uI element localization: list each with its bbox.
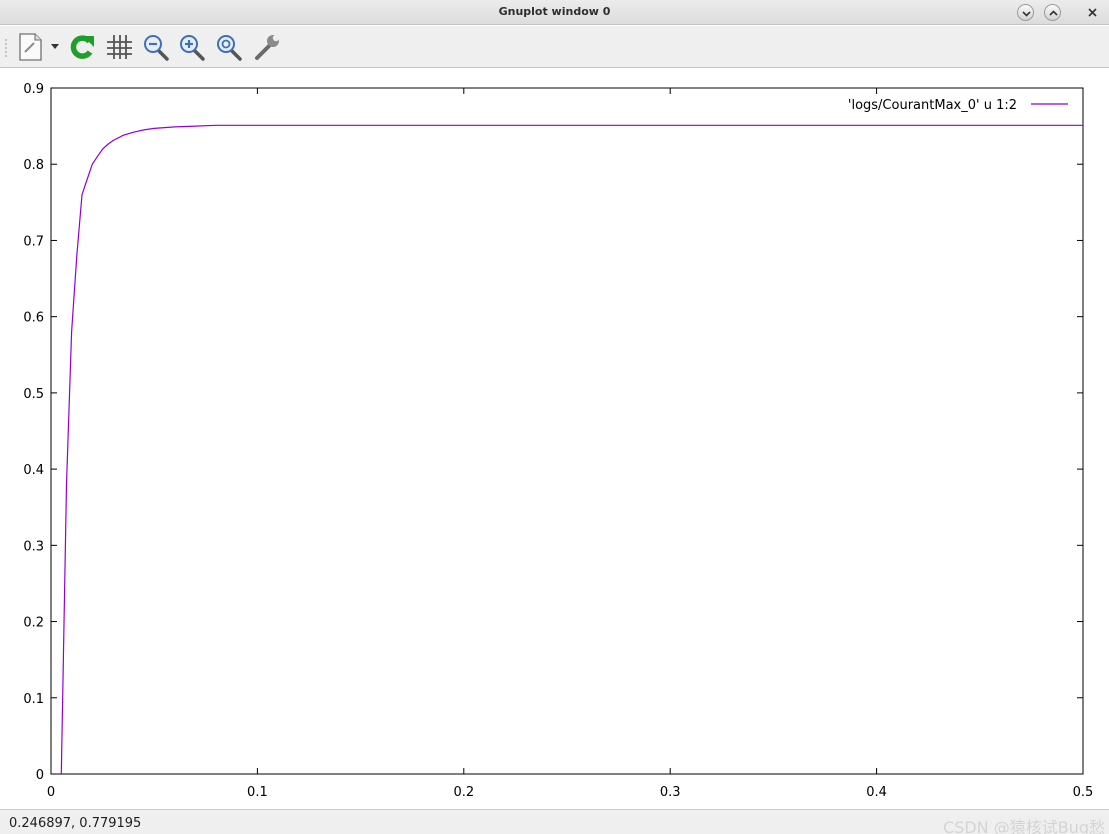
export-button[interactable] — [14, 31, 62, 63]
settings-button[interactable] — [251, 31, 283, 63]
legend-label: 'logs/CourantMax_0' u 1:2 — [848, 98, 1017, 113]
watermark-text: CSDN @猿核试Bug愁 — [943, 818, 1105, 834]
close-button[interactable] — [1084, 4, 1101, 21]
y-tick-label: 0.1 — [23, 692, 44, 707]
zoom-previous-button[interactable] — [140, 31, 172, 63]
grid-icon — [107, 35, 132, 59]
window-title: Gnuplot window 0 — [498, 5, 611, 18]
minimize-icon — [1022, 11, 1031, 17]
x-tick-label: 0.5 — [1073, 785, 1094, 800]
series-line — [60, 124, 1083, 775]
zoom-out-icon — [144, 35, 169, 61]
statusbar: 0.246897, 0.779195 CSDN @猿核试Bug愁 — [0, 809, 1109, 834]
zoom-next-button[interactable] — [176, 31, 208, 63]
toolbar — [0, 26, 1109, 68]
y-tick-label: 0 — [36, 768, 44, 783]
wrench-icon — [255, 34, 280, 60]
autoscale-button[interactable] — [213, 31, 245, 63]
y-tick-label: 0.5 — [23, 387, 44, 402]
y-tick-label: 0.7 — [23, 234, 44, 249]
window-titlebar[interactable]: Gnuplot window 0 — [0, 0, 1109, 25]
plot-area[interactable]: 0 0.1 0.2 0.3 0.4 0.5 0 0.1 0.2 0.3 0.4 0.5 0.6 0.7 0.… — [0, 69, 1109, 809]
plot-border — [50, 87, 1084, 775]
replot-button[interactable] — [66, 31, 98, 63]
y-tick-label: 0.8 — [23, 158, 44, 173]
line-chart[interactable]: 0 0.1 0.2 0.3 0.4 0.5 0 0.1 0.2 0.3 0.4 0.5 0.6 0.7 0.… — [0, 69, 1109, 809]
x-tick-label: 0.4 — [866, 785, 887, 800]
grid-button[interactable] — [103, 31, 135, 63]
export-document-icon — [19, 33, 59, 61]
zoom-fit-icon — [217, 35, 242, 61]
y-tick-label: 0.4 — [23, 463, 44, 478]
x-tick-label: 0.1 — [247, 785, 268, 800]
maximize-button[interactable] — [1044, 4, 1061, 21]
y-tick-label: 0.9 — [23, 82, 44, 97]
x-tick-label: 0 — [47, 785, 55, 800]
y-tick-label: 0.2 — [23, 616, 44, 631]
x-tick-label: 0.2 — [453, 785, 474, 800]
cursor-coordinates: 0.246897, 0.779195 — [9, 816, 142, 831]
y-tick-label: 0.6 — [23, 311, 44, 326]
toolbar-grip-icon[interactable] — [3, 37, 9, 59]
minimize-button[interactable] — [1017, 4, 1034, 21]
zoom-in-icon — [180, 35, 205, 61]
close-icon — [1088, 8, 1097, 17]
refresh-icon — [70, 35, 94, 59]
x-tick-label: 0.3 — [660, 785, 681, 800]
maximize-icon — [1049, 10, 1058, 16]
y-tick-label: 0.3 — [23, 539, 44, 554]
